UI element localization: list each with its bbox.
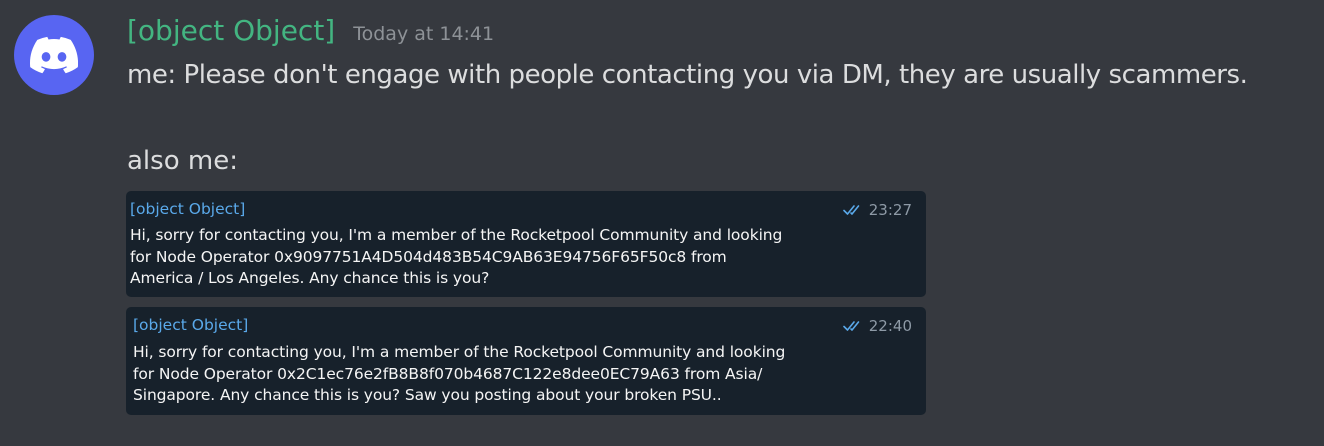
avatar[interactable]: [14, 15, 94, 95]
dm-time-label: 22:40: [868, 317, 912, 335]
dm-text: Hi, sorry for contacting you, I'm a memb…: [130, 225, 782, 290]
dm-time: 23:27: [842, 201, 912, 219]
discord-logo-icon: [30, 36, 78, 74]
dm-text-line: for Node Operator 0x9097751A4D504d483B54…: [130, 247, 727, 266]
embedded-screenshot-1[interactable]: [object Object] 23:27 Hi, sorry for cont…: [126, 191, 926, 297]
author-name[interactable]: [object Object]: [127, 14, 335, 47]
double-check-icon: [842, 205, 860, 215]
double-check-icon: [842, 321, 860, 331]
dm-text-line: Singapore. Any chance this is you? Saw y…: [133, 386, 722, 404]
dm-text-line: Hi, sorry for contacting you, I'm a memb…: [130, 226, 783, 244]
dm-time-label: 23:27: [868, 201, 912, 219]
message-header: [object Object] Today at 14:41: [127, 14, 494, 47]
embedded-screenshot-2[interactable]: [object Object] 22:40 Hi, sorry for cont…: [126, 307, 926, 415]
dm-text: Hi, sorry for contacting you, I'm a memb…: [133, 342, 785, 407]
dm-sender-name: [object Object]: [133, 316, 249, 334]
chat-message: [object Object] Today at 14:41 me: Pleas…: [0, 0, 1324, 446]
dm-text-line: Hi, sorry for contacting you, I'm a memb…: [133, 343, 786, 361]
dm-sender-name: [object Object]: [130, 200, 246, 218]
dm-text-line: America / Los Angeles. Any chance this i…: [130, 269, 490, 287]
message-timestamp: Today at 14:41: [353, 23, 495, 45]
dm-time: 22:40: [842, 317, 912, 335]
message-text-line-1: me: Please don't engage with people cont…: [127, 60, 1248, 90]
dm-text-line: for Node Operator 0x2C1ec76e2fB8B8f070b4…: [133, 364, 763, 383]
message-text-line-2: also me:: [127, 146, 238, 176]
